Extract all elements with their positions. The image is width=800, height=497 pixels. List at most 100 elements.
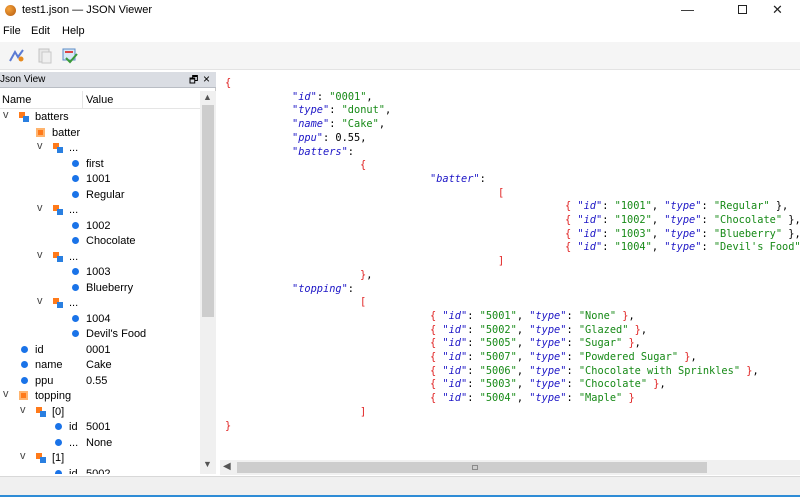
json-key: "type" [664, 241, 702, 254]
json-text-view[interactable]: {"id": "0001", "type": "donut", "name": "C… [220, 72, 800, 460]
json-text: , [634, 337, 641, 350]
tree-node-name: topping [35, 390, 72, 402]
scroll-up-arrow[interactable]: ▲ [203, 92, 212, 102]
json-key: "batter" [430, 172, 480, 185]
tree-row[interactable]: 1004 [0, 312, 200, 328]
tree-row[interactable]: Chocolate [0, 234, 200, 250]
tree-row[interactable]: first [0, 157, 200, 173]
json-bracket: } [740, 364, 753, 377]
json-string: "0001" [329, 90, 367, 103]
app-icon [5, 5, 16, 16]
tree-node-value: None [86, 436, 113, 449]
json-text: : [602, 241, 615, 254]
json-text: , [516, 351, 530, 363]
tree-row[interactable]: v... [0, 249, 200, 266]
json-bracket: } [225, 419, 232, 432]
column-value[interactable]: Value [86, 94, 113, 106]
format-icon[interactable] [60, 46, 80, 66]
tree-row[interactable]: 1002 [0, 219, 200, 235]
copy-icon[interactable] [35, 46, 55, 66]
menu-edit[interactable]: Edit [31, 25, 50, 37]
tree-row[interactable]: v batters [0, 110, 200, 126]
json-bracket: } [628, 323, 641, 336]
json-key: "id" [442, 364, 468, 377]
json-key: "type" [292, 104, 330, 117]
tree-row[interactable]: v... [0, 295, 200, 312]
tree-row[interactable]: v topping [0, 388, 200, 405]
tree-row[interactable]: ... None [0, 436, 200, 452]
tree-row[interactable]: 1001 [0, 172, 200, 188]
tree-row[interactable]: id 5001 [0, 420, 200, 436]
code-line: "topping": [292, 283, 354, 297]
json-string: "Chocolate with Sprinkles" [578, 364, 741, 377]
tree-row[interactable]: v... [0, 202, 200, 219]
tree-row[interactable]: v... [0, 140, 200, 157]
expand-chevron-icon[interactable]: v [3, 110, 9, 121]
json-text: , [651, 227, 665, 240]
code-line: { "id": "5004", "type": "Maple" } [430, 392, 635, 406]
json-string: "5005" [479, 337, 517, 350]
value-icon [72, 190, 79, 198]
tree-row[interactable]: Blueberry [0, 281, 200, 297]
json-bracket: ] [360, 405, 367, 418]
tree-row[interactable]: name Cake [0, 358, 200, 374]
menu-help[interactable]: Help [62, 25, 85, 37]
status-bar [0, 476, 800, 497]
tree-row[interactable]: Regular [0, 188, 200, 204]
tree-row[interactable]: batter [0, 126, 200, 142]
json-string: "Glazed" [578, 323, 629, 336]
expand-chevron-icon[interactable]: v [37, 140, 43, 152]
expand-chevron-icon[interactable]: v [37, 249, 43, 261]
tree-row[interactable]: id 5002 [0, 467, 200, 474]
json-text: : [479, 172, 486, 185]
json-bracket: { [430, 337, 443, 350]
code-line: { "id": "1001", "type": "Regular" }, [565, 200, 788, 214]
hscroll-thumb[interactable] [237, 462, 707, 473]
tree-node-value: Chocolate [86, 235, 136, 247]
json-bracket: } [622, 337, 635, 350]
tree-row[interactable]: id 0001 [0, 343, 200, 359]
tree-row[interactable]: 1003 [0, 265, 200, 281]
json-text: : [566, 364, 579, 377]
expand-chevron-icon[interactable]: v [20, 404, 26, 416]
code-horizontal-scrollbar[interactable]: ◀ [220, 460, 800, 475]
json-text: , [385, 104, 392, 117]
scroll-thumb[interactable] [202, 105, 214, 317]
tree-vertical-scrollbar[interactable]: ▲ ▼ [200, 91, 216, 474]
json-string: "1001" [614, 200, 652, 213]
json-text: , [659, 378, 666, 391]
object-icon [53, 298, 63, 308]
close-button[interactable]: ✕ [755, 0, 800, 22]
json-tree[interactable]: v batters batter v... first 1001 Regular v... 10… [0, 110, 200, 474]
json-bracket: } [678, 351, 691, 363]
code-line: "batters": [292, 146, 354, 160]
code-line: ] [498, 255, 504, 269]
json-bracket: { [565, 241, 578, 254]
menu-file[interactable]: File [3, 25, 21, 37]
tree-row[interactable]: v [0] [0, 404, 200, 421]
tree-row[interactable]: ppu 0.55 [0, 374, 200, 390]
scroll-left-arrow[interactable]: ◀ [223, 461, 231, 472]
json-text: , [651, 200, 665, 213]
json-text: : [467, 309, 480, 322]
column-name[interactable]: Name [2, 94, 31, 106]
column-separator[interactable] [82, 91, 83, 109]
json-text: : [566, 378, 579, 391]
expand-chevron-icon[interactable]: v [37, 295, 43, 307]
json-bracket: { [430, 323, 443, 336]
tree-row[interactable]: v [1] [0, 450, 200, 467]
float-panel-icon[interactable]: 🗗 [189, 73, 198, 90]
open-icon[interactable] [7, 46, 27, 66]
expand-chevron-icon[interactable]: v [3, 388, 9, 400]
minimize-button[interactable]: — [665, 0, 710, 22]
tree-row[interactable]: Devil's Food [0, 327, 200, 343]
scroll-down-arrow[interactable]: ▼ [203, 459, 212, 469]
code-line: "id": "0001", [292, 91, 373, 105]
close-panel-button[interactable]: × [203, 72, 210, 86]
expand-chevron-icon[interactable]: v [20, 450, 26, 462]
code-line: { [225, 77, 231, 91]
json-text: : [602, 200, 615, 213]
expand-chevron-icon[interactable]: v [37, 202, 43, 214]
json-text: : [467, 323, 480, 336]
json-key: "topping" [292, 282, 348, 295]
